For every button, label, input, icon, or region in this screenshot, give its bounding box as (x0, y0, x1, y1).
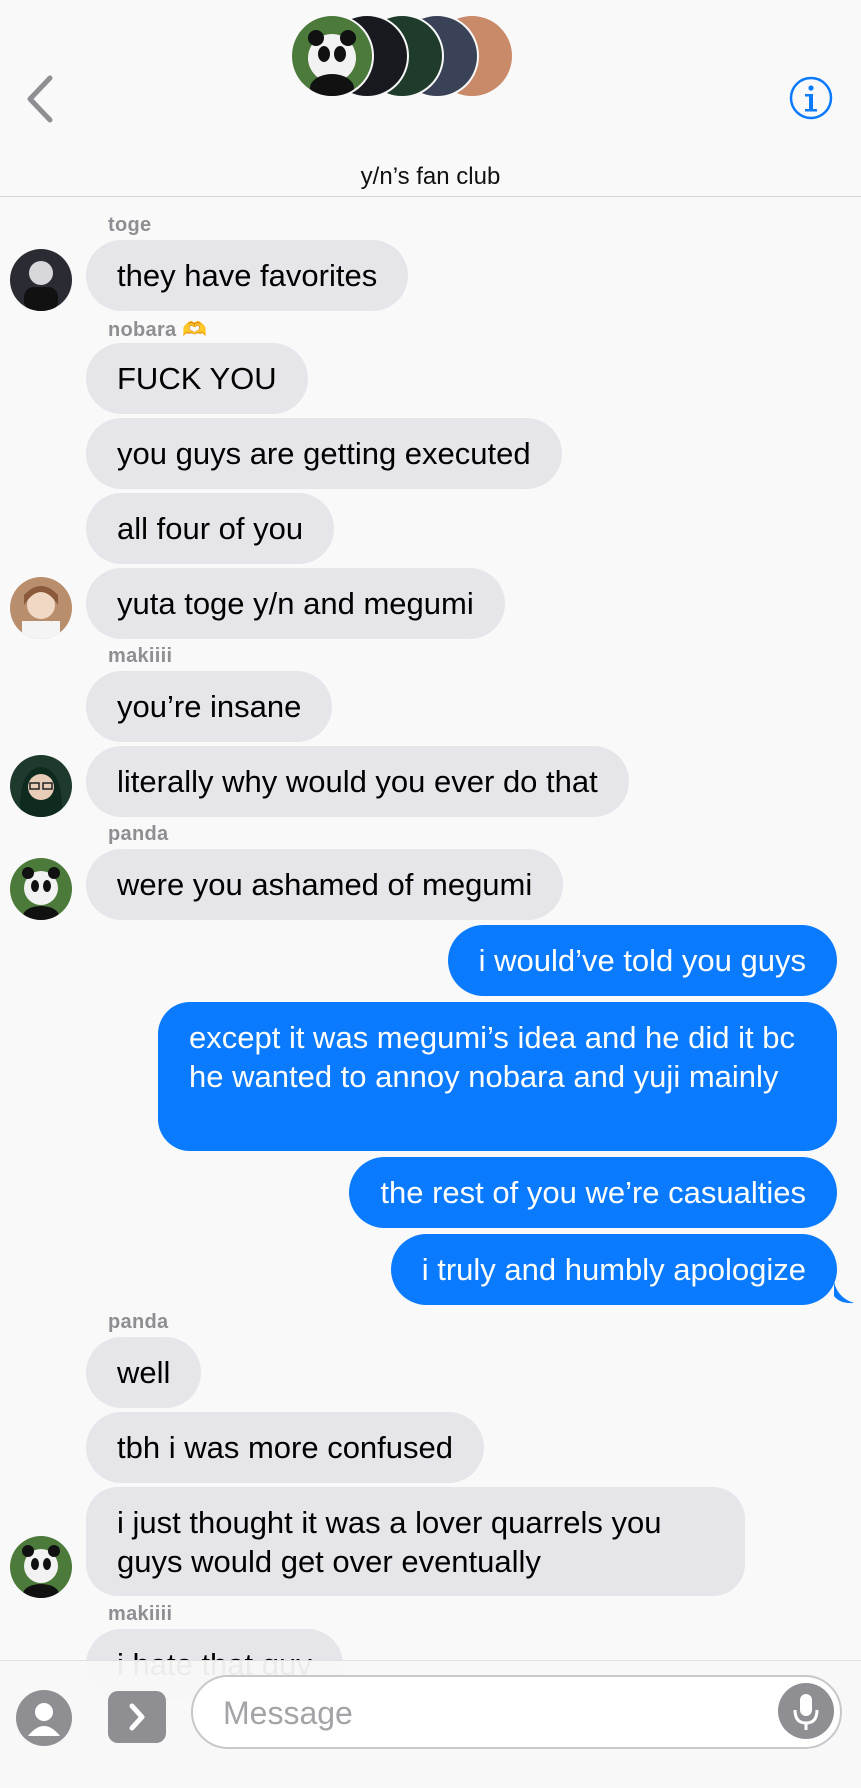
message-bubble[interactable]: yuta toge y/n and megumi (86, 568, 505, 639)
camera-button[interactable] (16, 1690, 72, 1746)
message-bubble[interactable]: literally why would you ever do that (86, 746, 629, 817)
sender-label: makiiii (108, 645, 173, 667)
message-bubble[interactable]: were you ashamed of megumi (86, 849, 564, 920)
message-bubble[interactable]: tbh i was more confused (86, 1412, 485, 1483)
sender-label: nobara 🫶 (108, 319, 208, 341)
message-bubble-outgoing[interactable]: the rest of you we’re casualties (349, 1157, 837, 1228)
microphone-button[interactable] (778, 1683, 834, 1739)
avatar-nobara (10, 577, 72, 639)
camera-icon (28, 1703, 60, 1736)
message-bubble[interactable]: they have favorites (86, 240, 409, 311)
message-bubble[interactable]: you’re insane (86, 671, 333, 742)
sender-label: toge (108, 214, 152, 236)
avatar-panda (10, 1536, 72, 1598)
message-input[interactable] (221, 1689, 745, 1737)
message-bubble[interactable]: i just thought it was a lover quarrels y… (86, 1487, 745, 1596)
apps-button[interactable] (108, 1691, 166, 1743)
microphone-icon (793, 1694, 819, 1730)
message-bubble-outgoing[interactable]: i would’ve told you guys (447, 925, 837, 996)
message-field[interactable] (191, 1675, 842, 1749)
message-bubble[interactable]: well (86, 1337, 202, 1408)
avatar-maki (10, 755, 72, 817)
message-bubble[interactable]: FUCK YOU (86, 343, 308, 414)
message-bubble-outgoing[interactable]: except it was megumi’s idea and he did i… (158, 1002, 837, 1151)
apps-chevron-icon (129, 1703, 145, 1731)
message-input-bar (0, 1660, 861, 1788)
message-bubble[interactable]: all four of you (86, 493, 335, 564)
sender-label: panda (108, 823, 169, 845)
sender-label: panda (108, 1311, 169, 1333)
avatar-toge (10, 249, 72, 311)
bubble-tail-outgoing (834, 1282, 854, 1304)
avatar-panda (10, 858, 72, 920)
message-bubble[interactable]: you guys are getting executed (86, 418, 562, 489)
sender-label: makiiii (108, 1603, 173, 1625)
message-list[interactable]: toge they have favorites nobara 🫶 FUCK Y… (0, 0, 861, 1787)
message-bubble-outgoing[interactable]: i truly and humbly apologize (390, 1234, 837, 1305)
